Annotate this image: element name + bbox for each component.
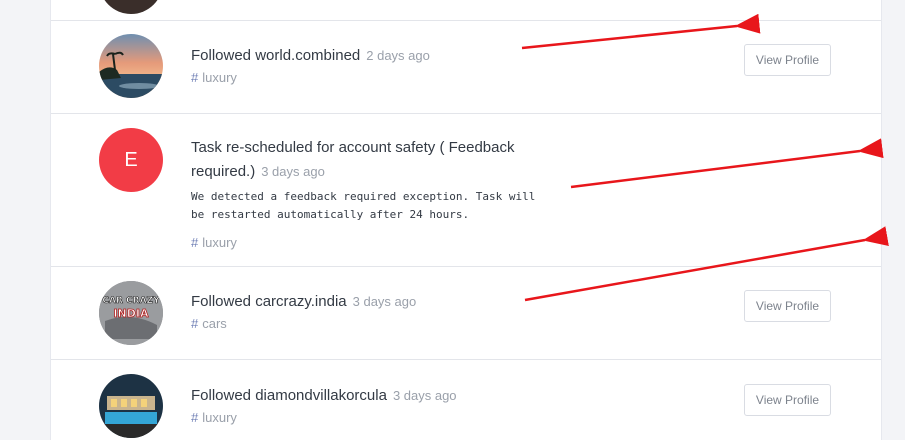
avatar: E [99,128,163,192]
hash-icon: # [191,235,199,250]
tag-label: luxury [202,410,237,425]
view-profile-button[interactable]: View Profile [744,384,831,416]
hash-icon: # [191,410,199,425]
tag[interactable]: # cars [191,316,227,331]
hash-icon: # [191,316,199,331]
avatar [99,374,163,438]
activity-title: Task re-scheduled for account safety ( F… [191,136,551,184]
timestamp: 2 days ago [366,48,430,63]
list-item: Followed diamondvillakorcula 3 days ago #… [51,360,881,440]
car-crazy-india-logo-icon: CAR CRAZY INDIA [99,281,163,345]
timestamp: 3 days ago [352,294,417,309]
tag-label: luxury [202,235,237,250]
activity-text: Task re-scheduled for account safety ( F… [191,139,515,180]
tag-label: cars [202,316,227,331]
timestamp: 3 days ago [392,388,457,403]
avatar [99,34,163,98]
avatar [99,0,163,14]
activity-text: Followed world.combined [191,47,361,64]
sunset-beach-photo-icon [99,34,163,98]
activity-title: Followed carcrazy.india 3 days ago [191,290,416,314]
activity-title: Followed diamondvillakorcula 3 days ago [191,384,457,408]
list-item [51,0,881,21]
view-profile-button[interactable]: View Profile [744,44,831,76]
activity-feed: Followed world.combined 2 days ago # luxur… [50,0,882,440]
list-item: E Task re-scheduled for account safety (… [51,114,881,267]
svg-text:CAR CRAZY: CAR CRAZY [102,296,160,306]
view-profile-button[interactable]: View Profile [744,290,831,322]
timestamp: 3 days ago [261,164,325,179]
hash-icon: # [191,70,199,85]
villa-photo-icon [99,374,163,438]
activity-text: Followed diamondvillakorcula [191,387,387,404]
activity-message: We detected a feedback required exceptio… [191,190,536,221]
activity-title: Followed world.combined 2 days ago [191,44,430,68]
tag[interactable]: # luxury [191,410,237,425]
activity-text: Followed carcrazy.india [191,293,347,310]
tag[interactable]: # luxury [191,70,237,85]
tag-label: luxury [202,70,237,85]
tag[interactable]: # luxury [191,235,237,250]
list-item: Followed world.combined 2 days ago # luxur… [51,21,881,114]
svg-text:INDIA: INDIA [113,307,149,320]
avatar: CAR CRAZY INDIA [99,281,163,345]
list-item: CAR CRAZY INDIA Followed carcrazy.india 3… [51,267,881,360]
